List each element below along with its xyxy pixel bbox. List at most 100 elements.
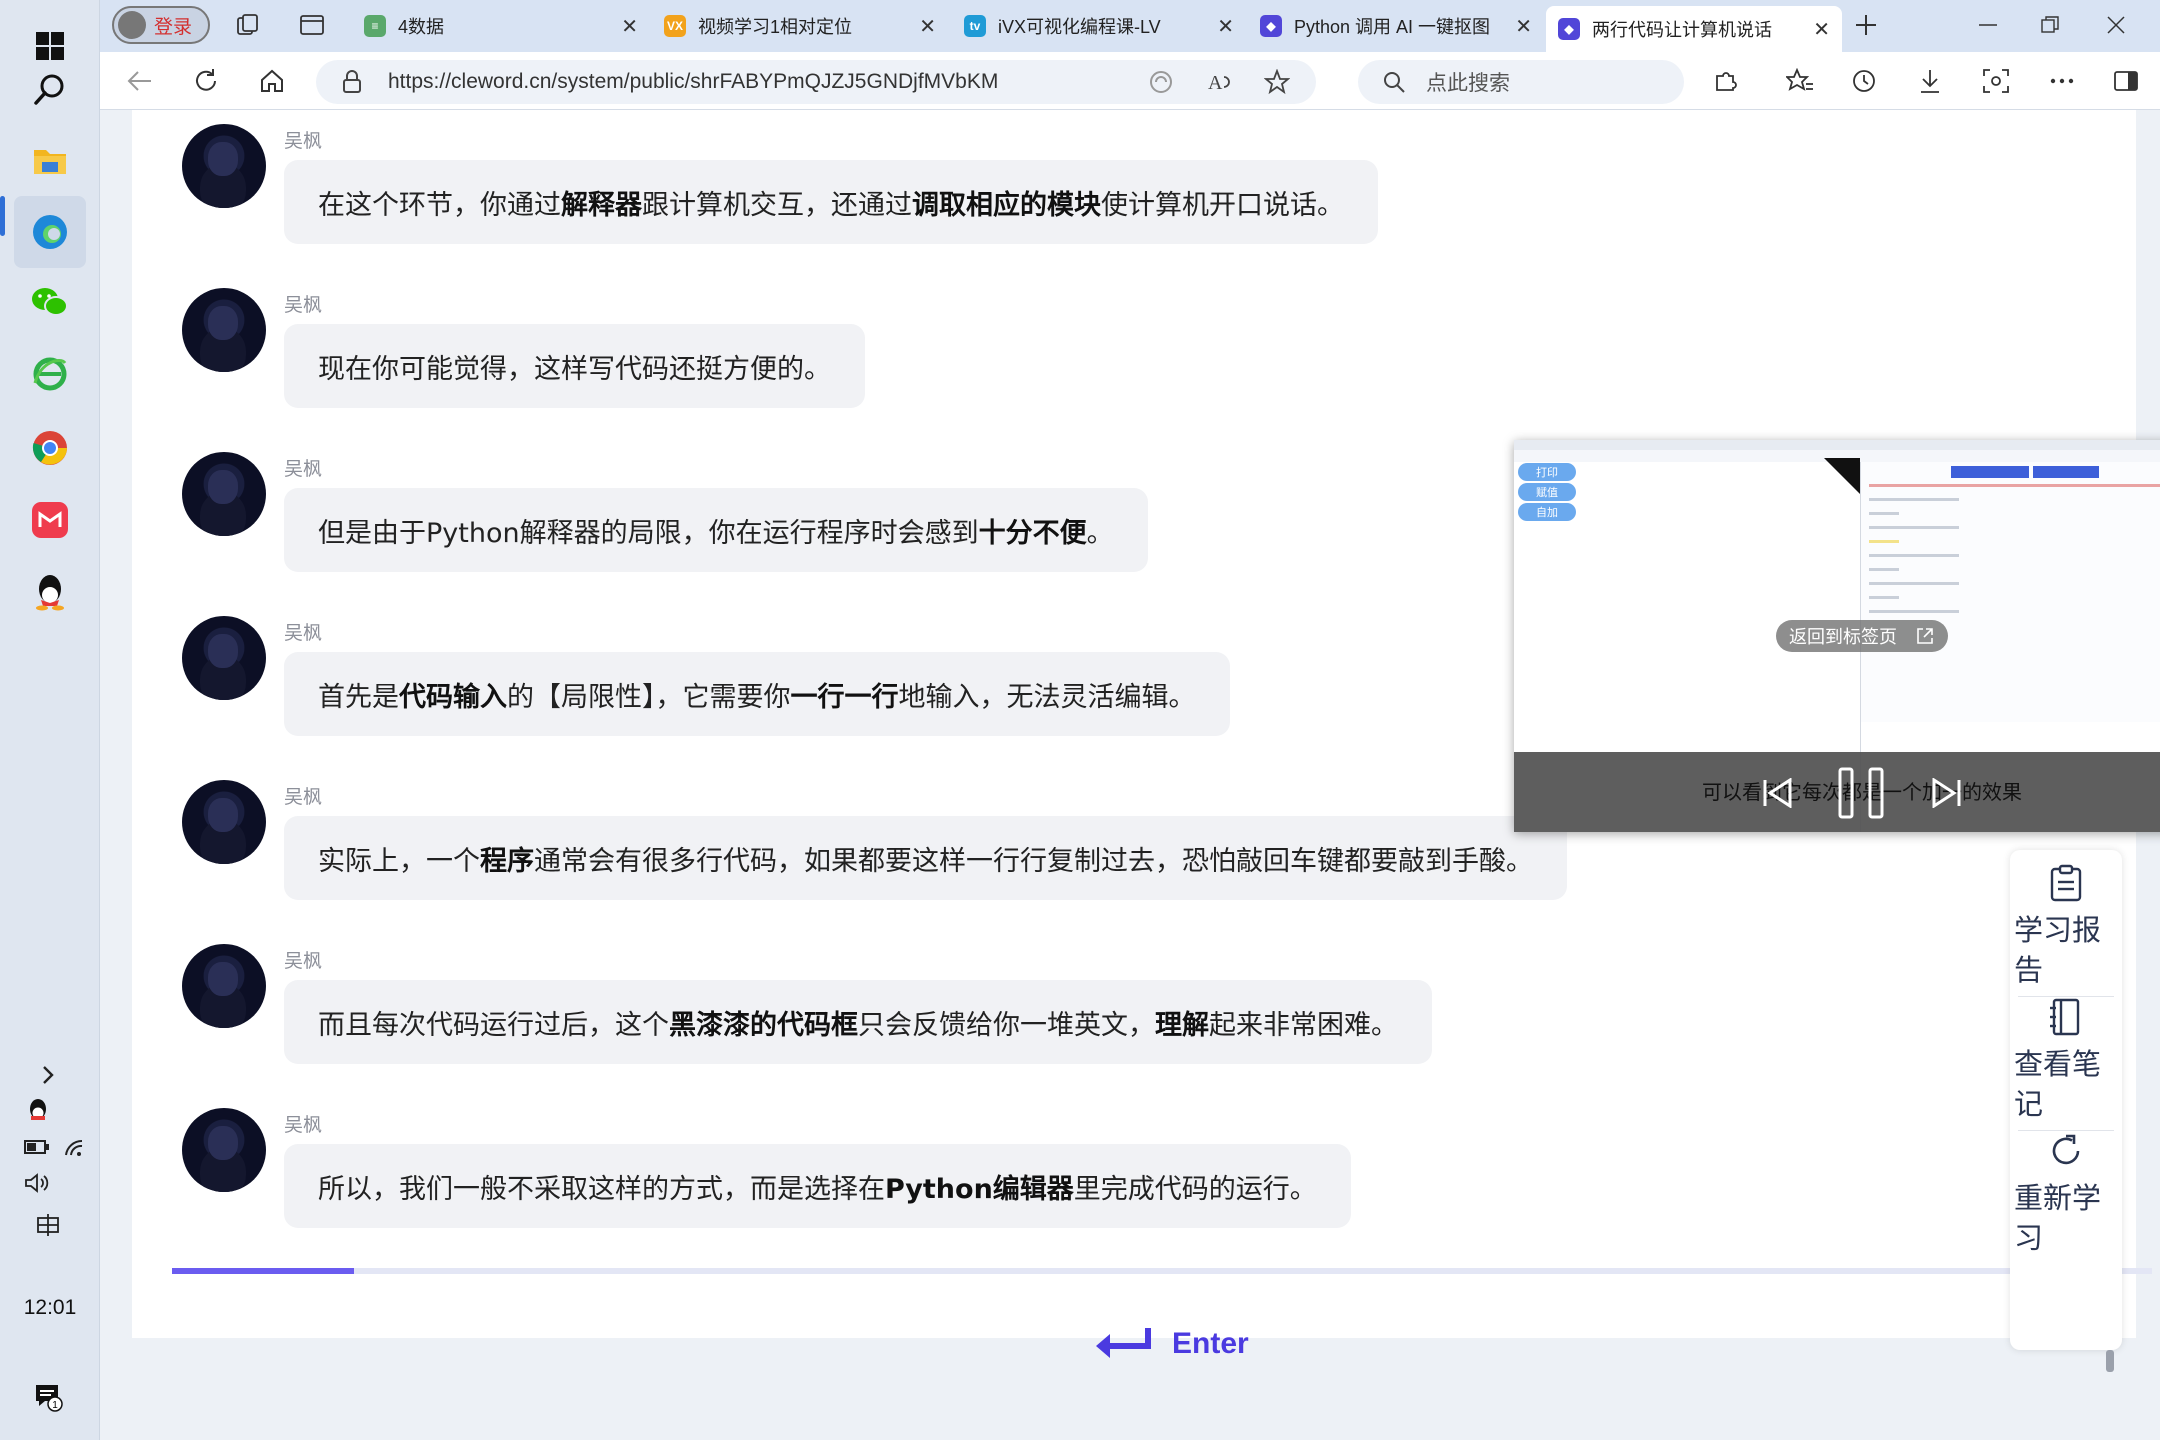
screenshot-button[interactable]: [1974, 60, 2018, 102]
ie-icon: [33, 357, 67, 391]
favorites-button[interactable]: [1778, 60, 1822, 102]
chrome-button[interactable]: [14, 412, 86, 484]
close-icon[interactable]: ✕: [1515, 14, 1532, 39]
bold-text: 代码输入: [399, 681, 507, 713]
message-text: 但是由于Python解释器的局限，你在运行程序时会感到: [318, 517, 979, 549]
page: 吴枫 在这个环节，你通过 解释器 跟计算机交互，还通过 调取相应的模块 使计算机开口说话。…: [100, 110, 2160, 1440]
avatar[interactable]: [182, 288, 266, 372]
side-panel: 学习报告 查看笔记 重新学习: [2010, 850, 2122, 1372]
close-icon[interactable]: ✕: [919, 14, 936, 39]
login-button[interactable]: 登录: [112, 6, 210, 44]
scrollbar-thumb[interactable]: [2106, 1350, 2114, 1372]
edge-button[interactable]: [14, 196, 86, 268]
lock-icon[interactable]: [342, 70, 362, 94]
avatar[interactable]: [182, 124, 266, 208]
svg-text:A: A: [1208, 72, 1223, 94]
back-to-tab-button[interactable]: 返回到标签页: [1776, 620, 1948, 652]
search-placeholder: 点此搜索: [1426, 71, 1510, 95]
previous-track-button[interactable]: [1758, 766, 1798, 820]
favorites-icon: [1786, 68, 1813, 91]
clock[interactable]: 12:01: [0, 1296, 100, 1320]
skip-next-icon: [1932, 778, 1961, 808]
more-menu-button[interactable]: [2040, 60, 2084, 102]
ie-button[interactable]: [14, 338, 86, 410]
close-icon: [2107, 16, 2125, 34]
volume-icon[interactable]: [14, 1166, 60, 1200]
workspaces-button[interactable]: [226, 4, 270, 46]
message-text: 现在你可能觉得，这样写代码还挺方便的。: [318, 353, 831, 385]
avatar[interactable]: [182, 616, 266, 700]
bold-text: Python编辑器: [885, 1173, 1074, 1205]
wechat-button[interactable]: [14, 266, 86, 338]
message-text: 跟计算机交互，还通过: [642, 189, 912, 221]
close-icon[interactable]: ✕: [1217, 14, 1234, 39]
search-button[interactable]: [14, 54, 86, 126]
message-bubble: 在这个环节，你通过 解释器 跟计算机交互，还通过 调取相应的模块 使计算机开口说话。: [284, 160, 1378, 244]
chrome-icon: [32, 431, 67, 465]
home-button[interactable]: [250, 60, 294, 102]
tab-3[interactable]: tv iVX可视化编程课-LV ✕: [952, 6, 1246, 46]
search-icon: [1384, 72, 1405, 93]
close-window-button[interactable]: [2086, 0, 2146, 50]
sender-name: 吴枫: [284, 622, 323, 644]
avatar[interactable]: [182, 780, 266, 864]
favorite-star-icon[interactable]: [1264, 69, 1290, 95]
message-text: 而且每次代码运行过后，这个: [318, 1009, 669, 1041]
avatar[interactable]: [182, 1108, 266, 1192]
history-button[interactable]: [1842, 60, 1886, 102]
close-icon[interactable]: ✕: [1813, 17, 1830, 42]
history-icon: [1853, 70, 1875, 92]
refresh-icon: [196, 69, 216, 91]
more-icon: [2050, 78, 2074, 84]
message-bubble: 而且每次代码运行过后，这个 黑漆漆的代码框 只会反馈给你一堆英文， 理解 起来非常困难。: [284, 980, 1432, 1064]
sender-name: 吴枫: [284, 1114, 323, 1136]
tab-4[interactable]: ◆ Python 调用 AI 一键抠图 ✕: [1248, 6, 1544, 46]
input-method-icon[interactable]: [20, 1208, 76, 1242]
pause-button[interactable]: [1832, 766, 1892, 820]
tab-favicon: ◆: [1260, 15, 1282, 37]
sidebar-toggle-button[interactable]: [2104, 60, 2148, 102]
file-explorer-button[interactable]: [14, 124, 86, 196]
enter-button[interactable]: Enter: [1092, 1326, 1249, 1362]
tab-active[interactable]: ◆ 两行代码让计算机说话 ✕: [1546, 6, 1842, 52]
back-button[interactable]: [118, 60, 162, 102]
wifi-icon[interactable]: [54, 1130, 94, 1164]
arrow-left-icon: [127, 71, 151, 91]
downloads-button[interactable]: [1908, 60, 1952, 102]
search-box[interactable]: 点此搜索: [1358, 60, 1684, 104]
next-track-button[interactable]: [1926, 766, 1966, 820]
url-text[interactable]: https://cleword.cn/system/public/shrFABY…: [388, 70, 998, 94]
qq-icon: [30, 1099, 46, 1120]
picture-in-picture-window[interactable]: 打印 赋值 自加 返回到标签页 可以看到它每次都是一个加一的效果: [1514, 440, 2160, 832]
new-tab-button[interactable]: [1844, 4, 1888, 46]
sidebar-icon: [2114, 71, 2138, 91]
minimize-button[interactable]: [1958, 0, 2018, 50]
red-app-button[interactable]: [14, 484, 86, 556]
refresh-button[interactable]: [184, 60, 228, 102]
view-notes-button[interactable]: 查看笔记: [2010, 998, 2122, 1124]
login-label: 登录: [154, 16, 193, 38]
avatar[interactable]: [182, 944, 266, 1028]
avatar[interactable]: [182, 452, 266, 536]
restart-study-button[interactable]: 重新学习: [2010, 1132, 2122, 1258]
message-text: 实际上，一个: [318, 845, 480, 877]
qq-tray-icon[interactable]: [10, 1094, 66, 1128]
extension-status-icon[interactable]: [1148, 69, 1174, 95]
bold-text: 程序: [480, 845, 534, 877]
restore-button[interactable]: [2020, 0, 2080, 50]
notification-icon: 1: [36, 1385, 63, 1412]
qq-button[interactable]: [14, 556, 86, 628]
tab-title: Python 调用 AI 一键抠图: [1294, 17, 1491, 37]
tab-1[interactable]: ≡ 4数据 ✕: [352, 6, 650, 46]
close-icon[interactable]: ✕: [621, 14, 638, 39]
tab-2[interactable]: VX 视频学习1相对定位 ✕: [652, 6, 948, 46]
read-aloud-icon[interactable]: A: [1206, 69, 1234, 95]
tab-actions-button[interactable]: [290, 4, 334, 46]
extensions-button[interactable]: [1704, 60, 1748, 102]
address-bar[interactable]: https://cleword.cn/system/public/shrFABY…: [316, 60, 1316, 104]
tab-actions-icon: [300, 15, 324, 35]
notification-button[interactable]: 1: [20, 1380, 76, 1414]
video-button-increment: 自加: [1518, 503, 1576, 521]
study-report-button[interactable]: 学习报告: [2010, 864, 2122, 990]
show-hidden-icons-button[interactable]: [20, 1058, 76, 1092]
